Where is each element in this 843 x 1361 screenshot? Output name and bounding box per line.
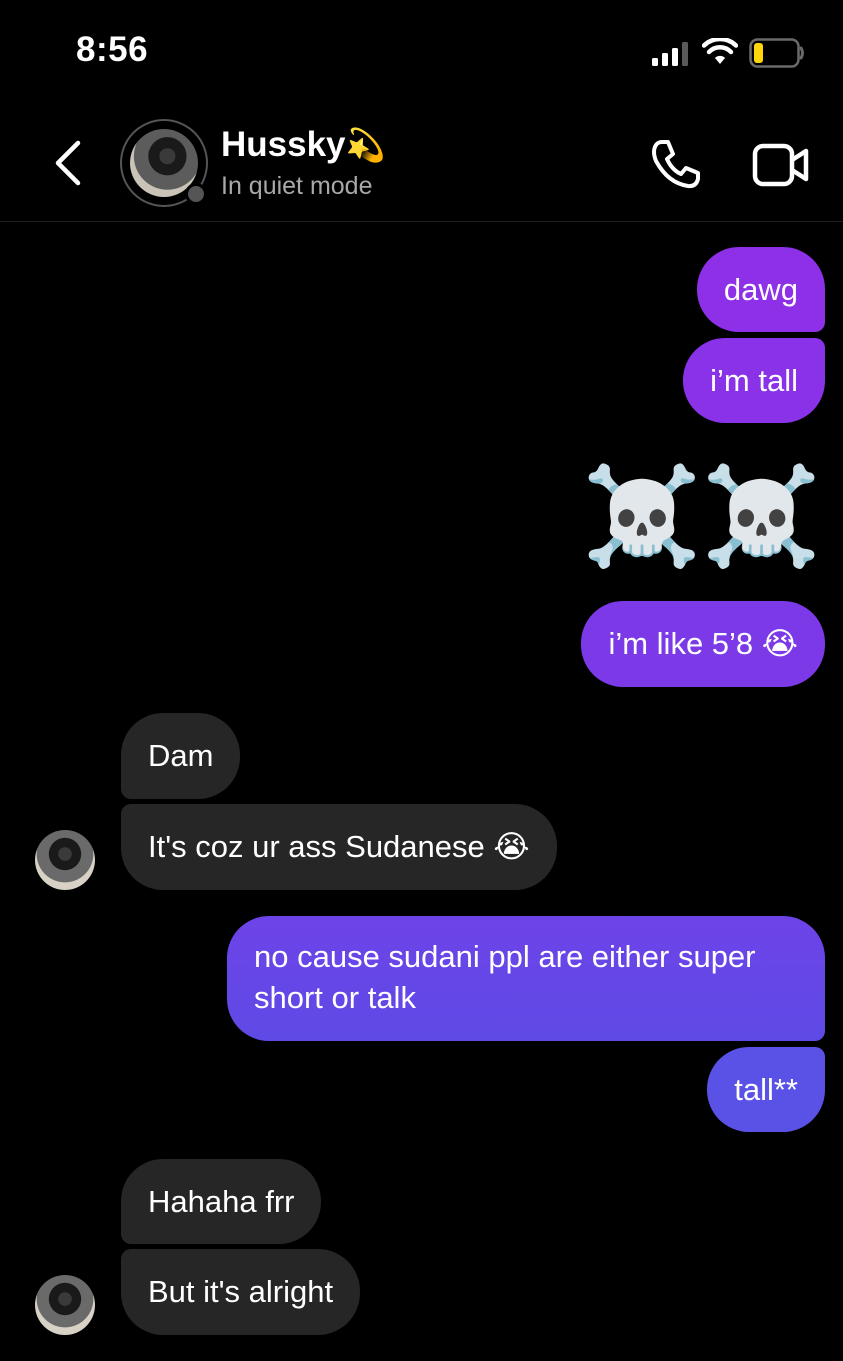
status-bar: 8:56 (0, 0, 843, 105)
chat-header: Hussky💫 In quiet mode (0, 105, 843, 222)
message-text: i’m tall (710, 363, 798, 398)
sender-avatar[interactable] (35, 1275, 95, 1335)
message-text: Dam (148, 738, 214, 773)
sender-avatar[interactable] (35, 830, 95, 890)
phone-icon (652, 140, 700, 189)
message-text: But it's alright (148, 1274, 334, 1309)
contact-name[interactable]: Hussky💫 (221, 125, 385, 165)
status-time: 8:56 (76, 30, 149, 69)
wifi-icon (702, 38, 738, 64)
message-text: dawg (723, 272, 798, 307)
video-call-button[interactable] (752, 141, 810, 189)
incoming-message[interactable]: But it's alright (121, 1249, 361, 1335)
back-button[interactable] (48, 137, 90, 189)
contact-avatar[interactable] (120, 119, 208, 207)
message-text: tall** (734, 1072, 798, 1107)
outgoing-message[interactable]: i’m like 5’8 😭 (581, 601, 825, 687)
voice-call-button[interactable] (648, 137, 702, 191)
contact-name-text: Hussky (221, 125, 346, 164)
outgoing-emoji-message[interactable]: ☠️☠️ (582, 462, 821, 572)
incoming-message[interactable]: It's coz ur ass Sudanese 😭 (121, 804, 557, 890)
message-text: i’m like 5’8 😭 (608, 626, 798, 661)
presence-indicator (185, 183, 207, 205)
message-text: no cause sudani ppl are either super sho… (254, 939, 756, 1015)
outgoing-message[interactable]: no cause sudani ppl are either super sho… (227, 916, 825, 1041)
video-camera-icon (752, 143, 809, 187)
incoming-message[interactable]: Dam (121, 713, 241, 799)
dizzy-emoji-icon: 💫 (345, 127, 386, 163)
outgoing-message[interactable]: i’m tall (683, 338, 825, 423)
contact-status: In quiet mode (221, 172, 373, 200)
incoming-message[interactable]: Hahaha frr (121, 1159, 322, 1244)
back-chevron-icon (55, 140, 81, 186)
skull-crossbones-emoji: ☠️☠️ (581, 463, 821, 570)
message-text: It's coz ur ass Sudanese 😭 (148, 829, 530, 864)
message-text: Hahaha frr (148, 1184, 295, 1219)
outgoing-message[interactable]: tall** (707, 1047, 825, 1132)
cellular-signal-icon (652, 42, 688, 66)
battery-low-icon (749, 38, 804, 68)
outgoing-message[interactable]: dawg (696, 247, 825, 332)
